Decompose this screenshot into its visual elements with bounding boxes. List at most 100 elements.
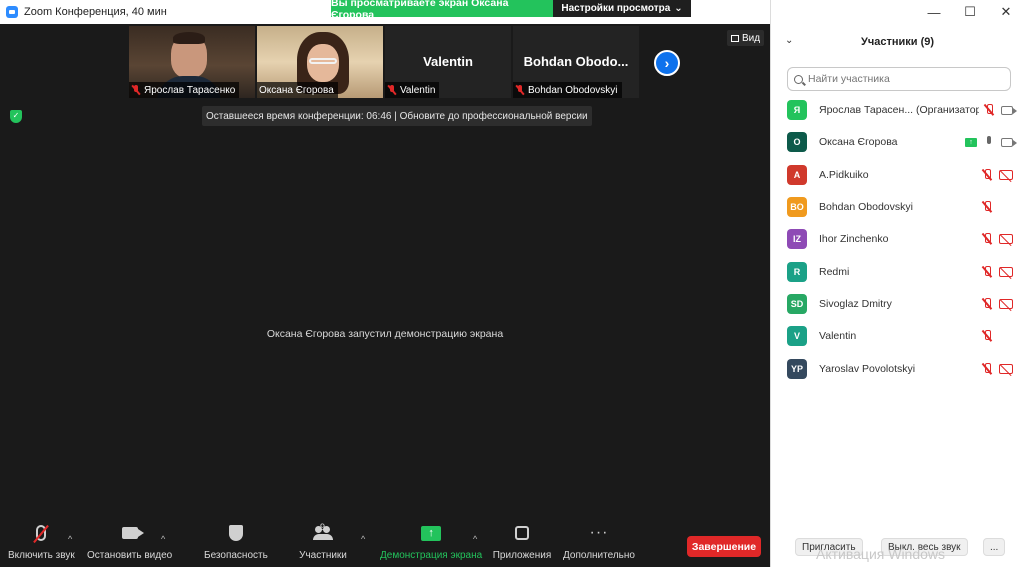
mic-muted-icon[interactable]: [981, 297, 993, 310]
chevron-right-icon: ›: [664, 55, 670, 71]
participant-search[interactable]: [787, 67, 1011, 91]
encryption-shield-icon[interactable]: ✓: [10, 110, 22, 123]
participants-button[interactable]: 9 Участники: [298, 520, 348, 561]
participants-options-caret[interactable]: ^: [361, 534, 365, 544]
share-options-caret[interactable]: ^: [473, 534, 477, 544]
tile-name: Valentin: [400, 84, 436, 96]
unmute-button[interactable]: Включить звук: [8, 520, 75, 561]
close-icon[interactable]: ✕: [988, 0, 1024, 24]
more-button[interactable]: ··· Дополнительно: [563, 520, 635, 561]
meeting-area: Ярослав Тарасенко Оксана Єгорова Valenti…: [0, 24, 770, 567]
participant-name: Sivoglaz Dmitry: [819, 297, 892, 310]
minimize-icon[interactable]: —: [916, 0, 952, 24]
mic-muted-icon: [131, 85, 141, 95]
mic-icon[interactable]: [983, 136, 995, 148]
security-label: Безопасность: [204, 550, 268, 561]
video-camera-icon: [121, 527, 144, 539]
participant-status-icons: [981, 288, 1013, 320]
participant-row[interactable]: BO Bohdan Obodovskyi: [771, 191, 1024, 223]
search-input[interactable]: [808, 73, 998, 85]
tile-name: Ярослав Тарасенко: [144, 84, 236, 96]
sharing-icon: ↑: [965, 137, 977, 147]
view-settings-button[interactable]: Настройки просмотра ⌄: [553, 0, 691, 17]
mic-muted-icon[interactable]: [981, 362, 993, 375]
apps-button[interactable]: Приложения: [491, 520, 553, 561]
participants-label: Участники: [299, 550, 347, 561]
avatar: BO: [787, 197, 807, 218]
mic-muted-icon: [36, 525, 47, 541]
participant-row[interactable]: SD Sivoglaz Dmitry: [771, 288, 1024, 320]
participant-row[interactable]: V Valentin: [771, 320, 1024, 352]
participant-row[interactable]: A A.Pidkuiko: [771, 159, 1024, 191]
avatar: YP: [787, 358, 807, 379]
shield-icon: [228, 525, 243, 541]
video-tile-active-speaker[interactable]: Оксана Єгорова: [257, 26, 383, 98]
video-camera-icon[interactable]: [1001, 137, 1017, 147]
video-off-icon[interactable]: [999, 234, 1013, 245]
participant-row[interactable]: О Оксана Єгорова ↑: [771, 126, 1024, 158]
mic-muted-icon: [515, 85, 525, 95]
mic-muted-icon[interactable]: [981, 233, 993, 245]
participant-row[interactable]: R Redmi: [771, 255, 1024, 287]
maximize-icon[interactable]: ☐: [952, 0, 988, 24]
video-off-icon[interactable]: [999, 266, 1013, 277]
chevron-down-icon: ⌄: [674, 3, 683, 14]
screen-sharing-message: Оксана Єгорова запустил демонстрацию экр…: [266, 328, 504, 340]
participants-count: 9: [320, 522, 326, 532]
remaining-time-notice[interactable]: Оставшееся время конференции: 06:46 | Об…: [202, 106, 592, 126]
participant-name: Redmi: [819, 265, 850, 278]
tile-name: Оксана Єгорова: [259, 84, 334, 96]
more-label: Дополнительно: [563, 550, 635, 561]
mic-muted-icon[interactable]: [981, 201, 993, 213]
tile-name-label: Bohdan Obodovskyi: [513, 82, 622, 98]
tile-big-name: Valentin: [423, 54, 473, 69]
participant-name: Ярослав Тарасен... (Организатор, я): [819, 104, 979, 117]
participant-status-icons: [981, 223, 1013, 255]
next-page-button[interactable]: ›: [654, 50, 680, 76]
windows-activation-watermark: Активация Windows: [816, 546, 946, 562]
avatar: IZ: [787, 229, 807, 250]
tile-name-label: Ярослав Тарасенко: [129, 82, 240, 98]
participant-name: A.Pidkuiko: [819, 168, 869, 181]
avatar: V: [787, 326, 807, 347]
mic-muted-icon[interactable]: [981, 330, 993, 342]
video-off-icon[interactable]: [999, 363, 1013, 374]
participant-name: Yaroslav Povolotskyi: [819, 362, 916, 375]
panel-more-button[interactable]: ...: [983, 538, 1006, 556]
avatar: A: [787, 164, 807, 185]
view-settings-label: Настройки просмотра: [561, 3, 671, 14]
video-tile[interactable]: Ярослав Тарасенко: [129, 26, 255, 98]
participant-status-icons: [981, 352, 1013, 384]
mic-muted-icon[interactable]: [981, 168, 993, 181]
video-tile[interactable]: Valentin Valentin: [385, 26, 511, 98]
participant-row[interactable]: Я Ярослав Тарасен... (Организатор, я): [771, 94, 1024, 126]
meeting-toolbar: Включить звук ^ Остановить видео ^ Безоп…: [0, 520, 770, 567]
end-meeting-button[interactable]: Завершение: [687, 536, 761, 557]
participant-status-icons: [983, 94, 1017, 126]
view-button[interactable]: Вид: [727, 30, 765, 46]
mic-muted-icon: [387, 85, 397, 95]
share-screen-button[interactable]: ↑ Демонстрация экрана: [380, 520, 482, 561]
search-icon: [794, 74, 803, 84]
audio-options-caret[interactable]: ^: [68, 534, 72, 544]
video-camera-icon[interactable]: [1001, 105, 1017, 115]
video-off-icon[interactable]: [999, 169, 1013, 180]
participant-name: Оксана Єгорова: [819, 136, 898, 149]
video-options-caret[interactable]: ^: [161, 534, 165, 544]
window-controls: — ☐ ✕: [916, 0, 1024, 24]
mic-muted-icon[interactable]: [983, 104, 995, 116]
participant-row[interactable]: IZ Ihor Zinchenko: [771, 223, 1024, 255]
video-off-icon[interactable]: [999, 298, 1013, 309]
security-button[interactable]: Безопасность: [204, 520, 268, 561]
participants-list: Я Ярослав Тарасен... (Организатор, я) О Окс…: [771, 94, 1024, 385]
mic-muted-icon[interactable]: [981, 265, 993, 278]
panel-title: Участники (9): [860, 36, 935, 48]
video-tile[interactable]: Bohdan Obodo... Bohdan Obodovskyi: [513, 26, 639, 98]
video-strip: Ярослав Тарасенко Оксана Єгорова Valenti…: [129, 26, 639, 98]
participant-row[interactable]: YP Yaroslav Povolotskyi: [771, 352, 1024, 384]
apps-icon: [515, 526, 529, 540]
participant-status-icons: ↑: [965, 126, 1017, 158]
unmute-label: Включить звук: [8, 550, 75, 561]
view-button-label: Вид: [742, 32, 761, 44]
stop-video-button[interactable]: Остановить видео: [87, 520, 172, 561]
